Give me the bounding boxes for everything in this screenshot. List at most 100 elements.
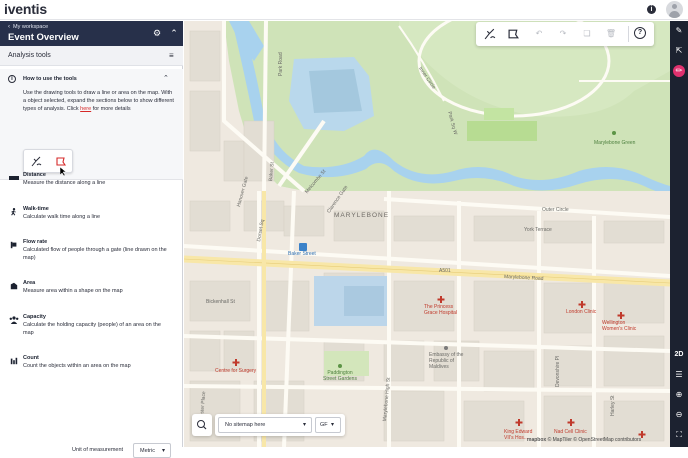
- tool-desc: Measure area within a shape on the map: [23, 288, 123, 294]
- map-attribution[interactable]: mapbox © MapTiler © OpenStreetMap contri…: [527, 437, 641, 443]
- redo-icon[interactable]: ↷: [557, 28, 569, 40]
- tool-name: Walk-time: [23, 206, 49, 212]
- analysis-panel: ‹ My workspace Event Overview ⚙ ⌃ Analysi…: [0, 21, 183, 458]
- road-label-a501: A501: [439, 268, 451, 274]
- poi-label-marylebone-green: Marylebone Green: [594, 140, 636, 146]
- analysis-tools-header: Analysis tools ≡: [0, 46, 183, 66]
- unit-value: Metric: [140, 448, 155, 454]
- tool-desc: Calculate walk time along a line: [23, 214, 101, 220]
- tool-item-flow-rate[interactable]: Flow rate Calculated flow of people thro…: [0, 239, 183, 269]
- back-arrow-icon[interactable]: ‹: [8, 24, 10, 30]
- poi-label-london-clinic: London Clinic: [566, 309, 597, 315]
- info-icon[interactable]: i: [647, 5, 656, 14]
- tool-item-capacity[interactable]: Capacity Calculate the holding capacity …: [0, 314, 183, 344]
- poi-label-paddington-gardens: Paddington Street Gardens: [323, 370, 357, 382]
- map-search-button[interactable]: [192, 414, 212, 436]
- toolbar-divider: [628, 26, 629, 42]
- toggle-2d-button[interactable]: 2D: [673, 349, 685, 361]
- select-tool-icon[interactable]: ⇱: [673, 45, 685, 57]
- sitemap-selector-bar: No sitemap here ▾ GF ▾: [215, 414, 345, 436]
- help-link[interactable]: here: [80, 106, 91, 112]
- poi-label-princess-grace: The Princess Grace Hospital: [424, 304, 458, 316]
- page-title: Event Overview: [8, 32, 79, 43]
- tool-item-area[interactable]: Area Measure area within a shape on the …: [0, 280, 183, 310]
- area-label-marylebone: MARYLEBONE: [334, 212, 390, 219]
- layers-stack-icon[interactable]: ☰: [673, 369, 685, 381]
- draw-line-glyph: [484, 28, 496, 40]
- zoom-in-icon[interactable]: ⊕: [673, 389, 685, 401]
- delete-icon[interactable]: 🗑: [605, 28, 617, 40]
- tool-item-count[interactable]: Count Count the objects within an area o…: [0, 355, 183, 385]
- mapbox-logo: mapbox: [527, 437, 547, 443]
- info-circle-icon: i: [8, 75, 16, 83]
- tool-name: Distance: [23, 172, 46, 178]
- edit-pencil-icon[interactable]: ✎: [673, 25, 685, 37]
- breadcrumb-label[interactable]: My workspace: [13, 24, 48, 30]
- tool-desc: Measure the distance along a line: [23, 180, 106, 186]
- analysis-tools-label: Analysis tools: [8, 52, 51, 59]
- tool-item-walk-time[interactable]: Walk-time Calculate walk time along a li…: [0, 206, 183, 236]
- attribution-text[interactable]: © MapTiler © OpenStreetMap contributors: [548, 437, 642, 443]
- poi-label-nad-cell-clinic: Nad Cell Clinic: [554, 429, 587, 435]
- road-label-bickenhall: Bickenhall St: [206, 299, 235, 305]
- count-icon: [10, 357, 18, 365]
- tool-name: Count: [23, 355, 39, 361]
- how-to-description: Use the drawing tools to draw a line or …: [23, 90, 175, 113]
- top-bar: iventis i: [0, 0, 688, 20]
- area-icon: [10, 282, 18, 290]
- search-icon: [197, 420, 207, 430]
- tool-name: Flow rate: [23, 239, 48, 245]
- chevron-up-icon[interactable]: ⌃: [163, 74, 169, 82]
- right-toolbar: ✎ ⇱ ✏ 2D ☰ ⊕ ⊖ ⛶: [670, 21, 688, 447]
- fullscreen-icon[interactable]: ⛶: [673, 429, 685, 441]
- draw-area-glyph: [508, 29, 519, 39]
- chevron-down-icon: ▾: [162, 448, 166, 454]
- level-select[interactable]: GF ▾: [315, 417, 341, 433]
- unit-select[interactable]: Metric ▾: [133, 443, 171, 458]
- level-value: GF: [320, 422, 328, 428]
- draw-line-icon[interactable]: [31, 156, 42, 167]
- poi-label-wellington-clinic: Wellington Women's Clinic: [602, 320, 637, 332]
- measure-tool-icon[interactable]: ✏: [673, 65, 685, 77]
- sitemap-select[interactable]: No sitemap here ▾: [218, 417, 312, 433]
- chevron-down-icon: ▾: [303, 422, 307, 428]
- road-label-harley: Harley St: [610, 395, 616, 416]
- sitemap-placeholder: No sitemap here: [225, 422, 266, 428]
- road-label-outer-circle: Outer Circle: [542, 207, 569, 213]
- how-to-section: i How to use the tools ⌃ Use the drawing…: [0, 69, 183, 180]
- unit-label: Unit of measurement: [72, 447, 124, 453]
- gear-icon[interactable]: ⚙: [152, 28, 162, 38]
- tool-desc: Calculate the holding capacity (people) …: [23, 322, 161, 336]
- how-to-desc-end: for more details: [91, 105, 131, 112]
- draw-line-icon[interactable]: [484, 28, 496, 40]
- tool-item-distance[interactable]: Distance Measure the distance along a li…: [0, 172, 183, 202]
- tool-name: Area: [23, 280, 36, 286]
- tool-desc: Calculated flow of people through a gate…: [23, 247, 167, 261]
- undo-icon[interactable]: ↶: [533, 28, 545, 40]
- how-to-title[interactable]: How to use the tools: [23, 76, 77, 82]
- road-label-park-road: Park Road: [278, 52, 284, 76]
- panel-header: ‹ My workspace Event Overview ⚙ ⌃: [0, 21, 183, 46]
- poi-label-centre-for-surgery: Centre for Surgery: [215, 368, 257, 374]
- help-icon[interactable]: ?: [634, 27, 646, 39]
- copy-icon[interactable]: ❏: [581, 28, 593, 40]
- road-label-york-terrace: York Terrace: [524, 227, 552, 233]
- tool-desc: Count the objects within an area on the …: [23, 363, 131, 369]
- user-avatar-icon[interactable]: [666, 1, 683, 18]
- poi-label-embassy-maldives: Embassy of the Republic of Maldives: [429, 352, 464, 370]
- draw-area-icon[interactable]: [508, 28, 520, 40]
- tool-name: Capacity: [23, 314, 46, 320]
- walking-icon: [11, 208, 16, 216]
- zoom-out-icon[interactable]: ⊖: [673, 409, 685, 421]
- layers-icon[interactable]: ≡: [169, 51, 174, 60]
- map-canvas[interactable]: MARYLEBONE Baker Street Marylebone Road …: [184, 21, 670, 447]
- draw-area-icon[interactable]: [56, 156, 67, 167]
- road-label-devonshire: Devonshire Pl: [555, 355, 561, 387]
- breadcrumb[interactable]: ‹ My workspace: [8, 24, 48, 30]
- chevron-down-icon: ▾: [331, 422, 335, 428]
- station-label-baker-street: Baker Street: [288, 251, 316, 257]
- collapse-panel-icon[interactable]: ⌃: [169, 28, 179, 38]
- app-logo: iventis: [4, 1, 47, 17]
- people-icon: [9, 316, 19, 324]
- map-drawing-toolbar: ↶ ↷ ❏ 🗑 ?: [476, 22, 654, 46]
